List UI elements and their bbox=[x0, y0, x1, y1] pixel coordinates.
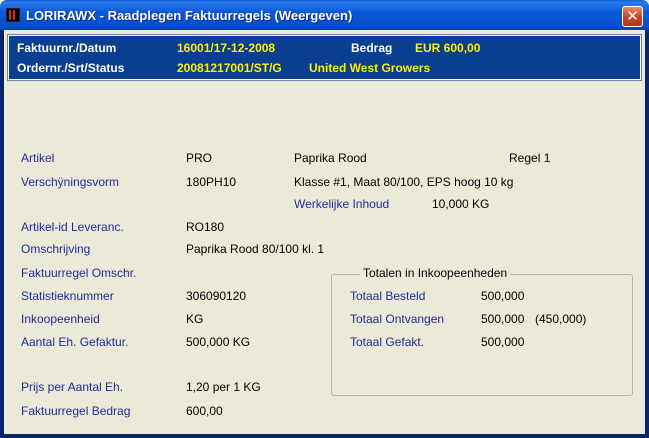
inkoopeenheid-label: Inkoopeenheid bbox=[21, 312, 100, 326]
faktuurregel-omschr-label: Faktuurregel Omschr. bbox=[21, 266, 137, 280]
prijs-label: Prijs per Aantal Eh. bbox=[21, 380, 124, 394]
prijs-value: 1,20 per 1 KG bbox=[186, 380, 261, 394]
app-icon bbox=[6, 8, 20, 22]
artikel-label: Artikel bbox=[21, 151, 55, 165]
totaal-besteld-value: 500,000 bbox=[481, 289, 525, 303]
totaal-ontvangen-extra: (450,000) bbox=[535, 312, 587, 326]
inkoopeenheid-value: KG bbox=[186, 312, 204, 326]
totaal-gefakt-value: 500,000 bbox=[481, 335, 525, 349]
invoice-number-date-label: Faktuurnr./Datum bbox=[17, 41, 117, 55]
statistieknummer-value: 306090120 bbox=[186, 289, 247, 303]
totaal-ontvangen-value: 500,000 bbox=[481, 312, 525, 326]
verschijningsvorm-desc: Klasse #1, Maat 80/100, EPS hoog 10 kg bbox=[294, 175, 514, 189]
aantal-gefaktur-label: Aantal Eh. Gefaktur. bbox=[21, 335, 129, 349]
artikel-id-label: Artikel-id Leveranc. bbox=[21, 220, 124, 234]
statistieknummer-label: Statistieknummer bbox=[21, 289, 114, 303]
amount-label: Bedrag bbox=[351, 41, 393, 55]
artikel-name: Paprika Rood bbox=[294, 151, 367, 165]
totaal-ontvangen-label: Totaal Ontvangen bbox=[350, 312, 445, 326]
title-bar[interactable]: LORIRAWX - Raadplegen Faktuurregels (Wee… bbox=[0, 0, 649, 30]
totaal-besteld-label: Totaal Besteld bbox=[350, 289, 426, 303]
app-window: LORIRAWX - Raadplegen Faktuurregels (Wee… bbox=[0, 0, 649, 438]
artikel-code: PRO bbox=[186, 151, 213, 165]
client-area: Faktuurnr./Datum 16001/17-12-2008 Bedrag… bbox=[4, 30, 645, 434]
verschijningsvorm-label: Verschÿningsvorm bbox=[21, 175, 120, 189]
werkelijke-inhoud-label: Werkelijke Inhoud bbox=[294, 197, 390, 211]
order-number-status-value: 20081217001/ST/G bbox=[177, 61, 282, 75]
faktuurregel-bedrag-value: 600,00 bbox=[186, 404, 223, 418]
supplier-name: United West Growers bbox=[309, 61, 431, 75]
window-title: LORIRAWX - Raadplegen Faktuurregels (Wee… bbox=[26, 8, 353, 23]
werkelijke-inhoud-value: 10,000 KG bbox=[432, 197, 490, 211]
faktuurregel-bedrag-label: Faktuurregel Bedrag bbox=[21, 404, 131, 418]
verschijningsvorm-code: 180PH10 bbox=[186, 175, 237, 189]
order-number-status-label: Ordernr./Srt/Status bbox=[17, 61, 125, 75]
aantal-gefaktur-value: 500,000 KG bbox=[186, 335, 251, 349]
totaal-gefakt-label: Totaal Gefakt. bbox=[350, 335, 425, 349]
amount-value: EUR 600,00 bbox=[415, 41, 481, 55]
omschrijving-value: Paprika Rood 80/100 kl. 1 bbox=[186, 242, 325, 256]
invoice-header-panel: Faktuurnr./Datum 16001/17-12-2008 Bedrag… bbox=[7, 34, 642, 81]
invoice-number-date-value: 16001/17-12-2008 bbox=[177, 41, 276, 55]
regel-number: Regel 1 bbox=[509, 151, 551, 165]
totals-groupbox-title: Totalen in Inkoopeenheden bbox=[360, 266, 511, 280]
artikel-id-value: RO180 bbox=[186, 220, 225, 234]
omschrijving-label: Omschrijving bbox=[21, 242, 91, 256]
close-button[interactable]: ✕ bbox=[622, 6, 643, 27]
